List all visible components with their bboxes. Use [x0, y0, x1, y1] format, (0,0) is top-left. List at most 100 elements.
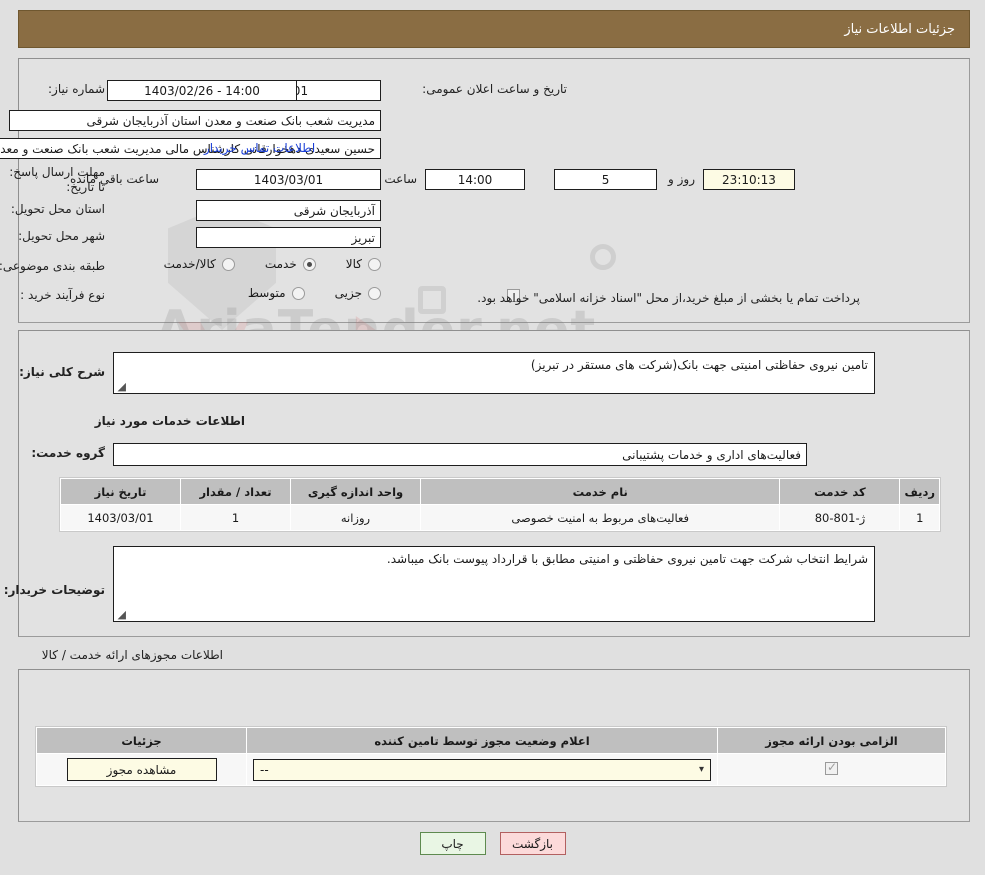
- buyer-contact-link[interactable]: اطلاعات تماس خریدار: [204, 141, 315, 155]
- need-number-label-wrap: شماره نیاز:: [48, 82, 105, 96]
- purchase-process-radio-group[interactable]: جزیی متوسط: [222, 286, 385, 300]
- footer-button-bar: بازگشت چاپ: [0, 832, 985, 855]
- page-header: جزئیات اطلاعات نیاز: [18, 10, 970, 48]
- cell-license-status: ▾ --: [247, 754, 718, 786]
- announce-datetime-label: تاریخ و ساعت اعلان عمومی:: [422, 82, 567, 96]
- th-license-status: اعلام وضعیت مجوز توسط تامین کننده: [247, 728, 718, 754]
- radio-label-kala-khedmat: کالا/خدمت: [164, 257, 216, 271]
- province-label-wrap: استان محل تحویل:: [11, 202, 105, 216]
- deadline-date-value: 1403/03/01: [254, 173, 323, 187]
- category-label-wrap: طبقه بندی موضوعی:: [0, 259, 105, 273]
- licenses-table-header-row: الزامی بودن ارائه مجوز اعلام وضعیت مجوز …: [37, 728, 946, 754]
- cell-license-details: مشاهده مجوز: [37, 754, 247, 786]
- cell-service-code: ژ-801-80: [780, 505, 900, 531]
- buyer-notes-textarea[interactable]: شرایط انتخاب شرکت جهت تامین نیروی حفاظتی…: [113, 546, 875, 622]
- general-description-value: تامین نیروی حفاظتی امنیتی جهت بانک(شرکت …: [531, 358, 868, 372]
- services-table: ردیف کد خدمت نام خدمت واحد اندازه گیری ت…: [60, 478, 940, 531]
- radio-option-jozei[interactable]: جزیی: [335, 286, 385, 300]
- th-service-name: نام خدمت: [421, 479, 780, 505]
- licenses-table: الزامی بودن ارائه مجوز اعلام وضعیت مجوز …: [36, 727, 946, 786]
- radio-option-khedmat[interactable]: خدمت: [265, 257, 320, 271]
- general-description-textarea[interactable]: تامین نیروی حفاظتی امنیتی جهت بانک(شرکت …: [113, 352, 875, 394]
- license-status-select[interactable]: ▾ --: [253, 759, 711, 781]
- radio-label-kala: کالا: [346, 257, 362, 271]
- radio-icon-khedmat[interactable]: [303, 258, 316, 271]
- services-table-wrap: ردیف کد خدمت نام خدمت واحد اندازه گیری ت…: [59, 477, 941, 532]
- announce-datetime-value: 14:00 - 1403/02/26: [144, 84, 260, 98]
- creator-field[interactable]: حسین سعیدی دهخوارقانی کارشناس مالی مدیری…: [0, 138, 381, 159]
- th-unit: واحد اندازه گیری: [291, 479, 421, 505]
- service-group-field[interactable]: فعالیت‌های اداری و خدمات پشتیبانی: [113, 443, 807, 466]
- license-required-checkbox: [825, 762, 838, 775]
- deadline-time-value: 14:00: [458, 173, 493, 187]
- radio-option-kala[interactable]: کالا: [346, 257, 385, 271]
- purchase-process-label: نوع فرآیند خرید :: [20, 288, 105, 302]
- services-section-heading: اطلاعات خدمات مورد نیاز: [95, 414, 245, 428]
- buyer-notes-value: شرایط انتخاب شرکت جهت تامین نیروی حفاظتی…: [387, 552, 868, 566]
- city-label-wrap: شهر محل تحویل:: [18, 229, 105, 243]
- radio-icon-kala-khedmat[interactable]: [222, 258, 235, 271]
- delivery-city-label: شهر محل تحویل:: [18, 229, 105, 243]
- purchase-label-wrap: نوع فرآیند خرید :: [20, 288, 105, 302]
- th-license-details: جزئیات: [37, 728, 247, 754]
- view-license-button[interactable]: مشاهده مجوز: [67, 758, 217, 781]
- countdown-timer-field: 23:10:13: [703, 169, 795, 190]
- deadline-time-field[interactable]: 14:00: [425, 169, 525, 190]
- th-license-required: الزامی بودن ارائه مجوز: [718, 728, 946, 754]
- th-row-index: ردیف: [900, 479, 940, 505]
- countdown-timer-value: 23:10:13: [722, 173, 776, 187]
- cell-unit: روزانه: [291, 505, 421, 531]
- delivery-province-field[interactable]: آذربایجان شرقی: [196, 200, 381, 221]
- radio-option-motavaset[interactable]: متوسط: [248, 286, 309, 300]
- subject-category-radio-group[interactable]: کالا خدمت کالا/خدمت: [138, 257, 385, 271]
- buyer-notes-label: توضیحات خریدار:: [4, 583, 105, 597]
- th-need-date: تاریخ نیاز: [61, 479, 181, 505]
- days-and-label: روز و: [668, 172, 695, 186]
- remaining-days-value: 5: [602, 173, 610, 187]
- delivery-province-label: استان محل تحویل:: [11, 202, 105, 216]
- delivery-province-value: آذربایجان شرقی: [294, 204, 375, 218]
- announce-datetime-field[interactable]: 14:00 - 1403/02/26: [107, 80, 297, 101]
- service-group-value: فعالیت‌های اداری و خدمات پشتیبانی: [622, 448, 801, 462]
- deadline-hour-label: ساعت: [384, 172, 417, 186]
- services-table-header-row: ردیف کد خدمت نام خدمت واحد اندازه گیری ت…: [61, 479, 940, 505]
- delivery-city-field[interactable]: تبریز: [196, 227, 381, 248]
- need-number-label: شماره نیاز:: [48, 82, 105, 96]
- resize-grip-icon[interactable]: ◢: [116, 382, 126, 392]
- remaining-days-field[interactable]: 5: [554, 169, 657, 190]
- cell-quantity: 1: [181, 505, 291, 531]
- radio-icon-motavaset[interactable]: [292, 287, 305, 300]
- radio-label-motavaset: متوسط: [248, 286, 286, 300]
- page-title: جزئیات اطلاعات نیاز: [844, 22, 969, 37]
- radio-label-khedmat: خدمت: [265, 257, 297, 271]
- table-row: 1 ژ-801-80 فعالیت‌های مربوط به امنیت خصو…: [61, 505, 940, 531]
- buyer-org-field[interactable]: مدیریت شعب بانک صنعت و معدن استان آذربای…: [9, 110, 381, 131]
- page-root: جزئیات اطلاعات نیاز AriaTender.net شماره…: [0, 0, 985, 875]
- creator-value: حسین سعیدی دهخوارقانی کارشناس مالی مدیری…: [0, 142, 375, 156]
- treasury-note-text: پرداخت تمام یا بخشی از مبلغ خرید،از محل …: [477, 291, 860, 305]
- radio-icon-kala[interactable]: [368, 258, 381, 271]
- remaining-hours-label: ساعت باقی مانده: [70, 172, 159, 186]
- subject-category-label: طبقه بندی موضوعی:: [0, 259, 105, 273]
- licenses-section-title: اطلاعات مجوزهای ارائه خدمت / کالا: [42, 648, 223, 662]
- radio-option-kala-khedmat[interactable]: کالا/خدمت: [164, 257, 239, 271]
- licenses-table-wrap: الزامی بودن ارائه مجوز اعلام وضعیت مجوز …: [35, 726, 947, 787]
- announce-label-wrap: تاریخ و ساعت اعلان عمومی:: [422, 82, 567, 96]
- th-quantity: تعداد / مقدار: [181, 479, 291, 505]
- cell-license-required: [718, 754, 946, 786]
- table-row: ▾ -- مشاهده مجوز: [37, 754, 946, 786]
- radio-icon-jozei[interactable]: [368, 287, 381, 300]
- back-button[interactable]: بازگشت: [500, 832, 566, 855]
- delivery-city-value: تبریز: [351, 231, 375, 245]
- buyer-org-value: مدیریت شعب بانک صنعت و معدن استان آذربای…: [87, 114, 375, 128]
- resize-grip-icon-notes[interactable]: ◢: [116, 610, 126, 620]
- service-group-label: گروه خدمت:: [31, 446, 105, 460]
- chevron-down-icon: ▾: [699, 764, 704, 775]
- deadline-date-field[interactable]: 1403/03/01: [196, 169, 381, 190]
- th-service-code: کد خدمت: [780, 479, 900, 505]
- print-button[interactable]: چاپ: [420, 832, 486, 855]
- cell-service-name: فعالیت‌های مربوط به امنیت خصوصی: [421, 505, 780, 531]
- general-description-label: شرح کلی نیاز:: [19, 365, 105, 379]
- cell-need-date: 1403/03/01: [61, 505, 181, 531]
- license-status-value: --: [260, 763, 269, 777]
